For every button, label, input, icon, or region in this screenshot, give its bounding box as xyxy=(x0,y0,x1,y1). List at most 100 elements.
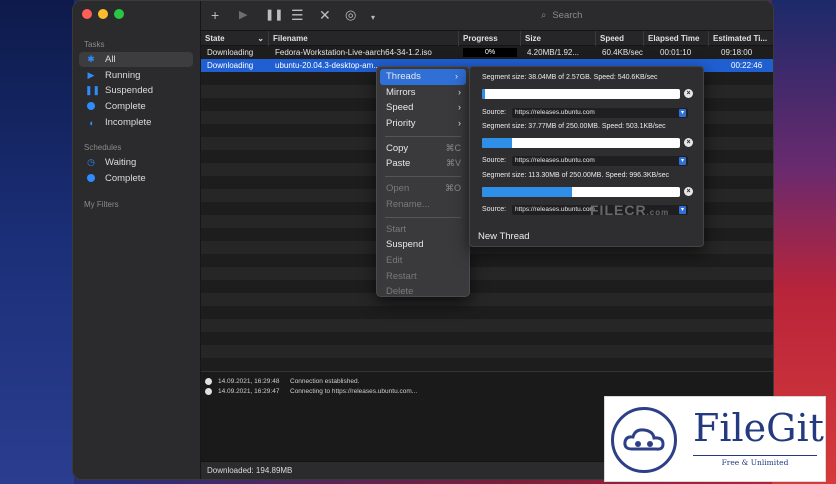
cloud-lock-icon xyxy=(611,407,677,473)
table-row-empty xyxy=(201,280,773,293)
table-row-empty xyxy=(201,293,773,306)
chevron-down-icon[interactable]: ▾ xyxy=(371,10,375,26)
menu-item-edit: Edit xyxy=(386,254,403,266)
source-select[interactable]: https://releases.ubuntu.com ▾ xyxy=(512,108,688,118)
menu-item-suspend[interactable]: Suspend xyxy=(377,237,469,253)
column-header-filename[interactable]: Filename xyxy=(269,31,459,46)
source-select[interactable]: https://releases.ubuntu.com ▾ xyxy=(512,156,688,166)
log-message: Connection established. xyxy=(290,377,360,385)
sidebar-item-incomplete[interactable]: ◖ Incomplete xyxy=(79,115,193,130)
source-label: Source: xyxy=(482,206,507,213)
play-icon[interactable]: ▶ xyxy=(239,7,247,23)
sidebar-item-schedule-complete[interactable]: Complete xyxy=(79,171,193,186)
sidebar-item-complete[interactable]: Complete xyxy=(79,99,193,114)
menu-item-mirrors[interactable]: Mirrors › xyxy=(377,85,469,101)
desktop-wallpaper-left xyxy=(0,0,74,484)
table-row-empty xyxy=(201,267,773,280)
table-row-empty xyxy=(201,319,773,332)
chevron-down-icon: ▾ xyxy=(679,206,686,214)
log-time: 14.09.2021, 16:29:47 xyxy=(218,387,280,395)
log-time: 14.09.2021, 16:29:48 xyxy=(218,377,280,385)
zoom-window-button[interactable] xyxy=(114,9,124,19)
menu-item-copy[interactable]: Copy ⌘C xyxy=(377,141,469,157)
cell-elapsed: 00:01:10 xyxy=(660,48,692,57)
segment-progress-bar xyxy=(482,187,680,197)
toolbar: + ▶ ❚❚ ☰ ✕ ◎ ▾ ⌕ Search xyxy=(201,1,773,31)
pause-icon[interactable]: ❚❚ xyxy=(265,7,283,23)
list-icon[interactable]: ☰ xyxy=(291,7,304,23)
menu-item-priority[interactable]: Priority › xyxy=(377,116,469,132)
table-row-empty xyxy=(201,345,773,358)
column-header-speed[interactable]: Speed xyxy=(596,31,644,46)
cell-speed: 60.4KB/sec xyxy=(602,48,643,57)
close-window-button[interactable] xyxy=(82,9,92,19)
status-dot-icon xyxy=(205,387,212,395)
source-label: Source: xyxy=(482,157,507,164)
menu-separator xyxy=(385,216,461,218)
dot-icon xyxy=(85,173,97,184)
chevron-down-icon: ▾ xyxy=(679,109,686,117)
chevron-right-icon: › xyxy=(458,118,461,129)
sidebar-item-label: Incomplete xyxy=(105,117,152,128)
segment-progress-fill xyxy=(482,187,572,197)
window-controls xyxy=(82,9,124,19)
menu-item-rename: Rename... xyxy=(386,198,430,210)
chevron-right-icon: › xyxy=(458,102,461,113)
table-row-empty xyxy=(201,306,773,319)
cell-state: Downloading xyxy=(207,48,254,57)
cell-estimated: 09:18:00 xyxy=(721,48,753,57)
filegit-logo: FileGit Free & Unlimited xyxy=(604,396,826,482)
sidebar-item-suspended[interactable]: ❚❚ Suspended xyxy=(79,83,193,98)
segment-info: Segment size: 37.77MB of 250.00MB. Speed… xyxy=(482,123,666,130)
filecr-watermark: FILECR.com xyxy=(590,202,670,218)
search-field[interactable]: ⌕ Search xyxy=(541,7,691,23)
sidebar-item-all[interactable]: ✱ All xyxy=(79,52,193,67)
minimize-window-button[interactable] xyxy=(98,9,108,19)
threads-panel: Segment size: 38.04MB of 2.57GB. Speed: … xyxy=(469,66,704,247)
sidebar: Tasks ✱ All ▶ Running ❚❚ Suspended Compl… xyxy=(73,1,201,479)
menu-item-threads[interactable]: Threads › xyxy=(380,69,466,85)
sidebar-item-label: Complete xyxy=(105,101,146,112)
column-header-elapsed[interactable]: Elapsed Time xyxy=(644,31,709,46)
sidebar-item-running[interactable]: ▶ Running xyxy=(79,68,193,83)
source-label: Source: xyxy=(482,109,507,116)
filegit-title: FileGit xyxy=(693,406,824,450)
menu-item-paste[interactable]: Paste ⌘V xyxy=(377,156,469,172)
filters-section-header: My Filters xyxy=(84,200,119,209)
add-icon[interactable]: + xyxy=(211,7,219,23)
close-icon[interactable]: ✕ xyxy=(319,7,331,23)
column-header-estimated[interactable]: Estimated Ti... xyxy=(709,31,772,46)
log-message: Connecting to https://releases.ubuntu.co… xyxy=(290,387,418,395)
table-row[interactable]: Downloading Fedora-Workstation-Live-aarc… xyxy=(201,46,773,59)
remove-segment-icon[interactable]: × xyxy=(684,89,693,98)
cell-size: 4.20MB/1.92... xyxy=(527,48,580,57)
table-row-empty xyxy=(201,254,773,267)
log-entry: 14.09.2021, 16:29:47 Connecting to https… xyxy=(201,386,773,396)
sidebar-item-label: Complete xyxy=(105,173,146,184)
column-header-size[interactable]: Size xyxy=(521,31,596,46)
new-thread-button[interactable]: New Thread xyxy=(478,231,530,242)
segment-info: Segment size: 38.04MB of 2.57GB. Speed: … xyxy=(482,74,658,81)
chevron-right-icon: › xyxy=(455,71,458,81)
table-header: State ⌄ Filename Progress Size Speed Ela… xyxy=(201,31,773,46)
sidebar-item-label: Running xyxy=(105,70,141,81)
table-row-empty xyxy=(201,332,773,345)
chevron-right-icon: › xyxy=(458,86,461,97)
schedules-section-header: Schedules xyxy=(84,143,122,152)
remove-segment-icon[interactable]: × xyxy=(684,138,693,147)
menu-separator xyxy=(385,135,461,137)
search-icon: ⌕ xyxy=(541,9,547,21)
menu-separator xyxy=(385,176,461,178)
clock-icon: ◷ xyxy=(87,157,95,167)
remove-segment-icon[interactable]: × xyxy=(684,187,693,196)
menu-item-open: Open ⌘O xyxy=(386,183,461,195)
sidebar-item-waiting[interactable]: ◷ Waiting xyxy=(79,155,193,170)
speed-limit-icon[interactable]: ◎ xyxy=(345,7,356,23)
segment-progress-bar xyxy=(482,89,680,99)
column-header-progress[interactable]: Progress xyxy=(459,31,521,46)
cell-state: Downloading xyxy=(207,61,254,70)
cell-progress: 0% xyxy=(459,46,521,59)
column-header-state[interactable]: State ⌄ xyxy=(201,31,269,46)
menu-item-speed[interactable]: Speed › xyxy=(377,100,469,116)
segment-progress-fill xyxy=(482,89,485,99)
